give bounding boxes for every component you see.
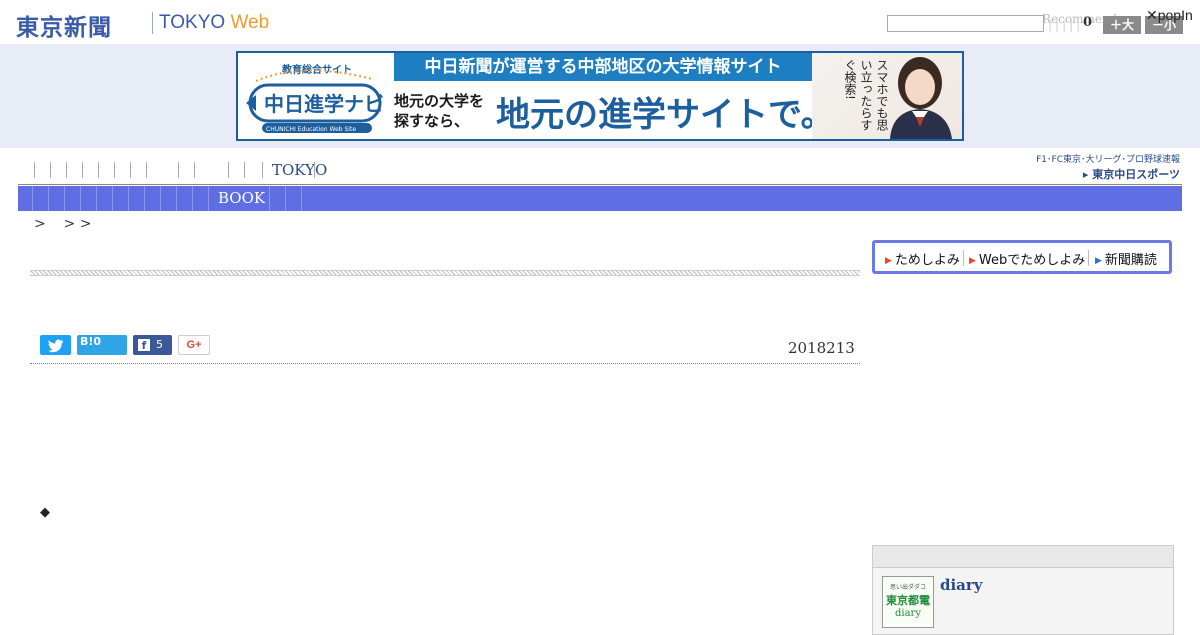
- banner-subtext: 地元の大学を探すなら、: [394, 92, 485, 130]
- ad-banner[interactable]: 教育総合サイト 中日進学ナビ CHUNICHI Education Web Si…: [236, 51, 964, 141]
- banner-person-illustration: [890, 57, 952, 139]
- facebook-icon: f: [138, 339, 150, 352]
- nav-separator: [244, 162, 245, 178]
- logo-web-text: Web: [230, 12, 270, 33]
- nav-separator: [114, 162, 115, 178]
- nav-separator: [178, 162, 179, 178]
- sports-logo-text: 東京中日スポーツ: [1092, 168, 1180, 181]
- banner-logo-en: CHUNICHI Education Web Site: [266, 126, 356, 133]
- banner-logo-main: 中日進学ナビ: [264, 92, 384, 116]
- nav-item-tokyo[interactable]: TOKYO: [272, 161, 327, 179]
- nav-separator: [160, 186, 161, 211]
- triangle-right-icon: ▶: [969, 256, 976, 266]
- breadcrumb[interactable]: > > >: [34, 216, 91, 232]
- logo-tokyo-text: TOKYO: [159, 12, 226, 33]
- ad-banner-area: 教育総合サイト 中日進学ナビ CHUNICHI Education Web Si…: [0, 44, 1200, 148]
- bullet-diamond: ◆: [40, 505, 50, 520]
- tab-web-tameshiyomi[interactable]: ▶ Webでためしよみ: [969, 249, 1085, 268]
- facebook-count: 5: [156, 338, 163, 351]
- twitter-share-button[interactable]: [40, 335, 71, 355]
- nav-separator: [285, 186, 286, 211]
- nav-separator: [98, 162, 99, 178]
- hatena-bookmark-button[interactable]: B!0: [77, 335, 127, 355]
- font-large-button[interactable]: ＋大: [1103, 16, 1141, 34]
- nav-separator: [194, 162, 195, 178]
- nav-separator: [208, 186, 209, 211]
- secondary-nav: BOOK: [18, 186, 1182, 211]
- nav-separator: [48, 186, 49, 211]
- nav-separator: [112, 186, 113, 211]
- tab-label: 新聞購読: [1104, 253, 1157, 268]
- recommend-ticks: |||||: [1048, 18, 1084, 32]
- diary-link[interactable]: diary: [940, 576, 983, 594]
- recommend-count: 0: [1083, 15, 1093, 30]
- nav-separator: [66, 162, 67, 178]
- tab-subscribe[interactable]: ▶ 新聞購読: [1095, 249, 1157, 268]
- tab-label: Webでためしよみ: [978, 253, 1086, 268]
- nav-separator: [34, 162, 35, 178]
- nav-separator: [301, 186, 302, 211]
- popin-close-button[interactable]: ✕popIn: [1146, 7, 1193, 24]
- nav-separator: [228, 162, 229, 178]
- banner-logo: 教育総合サイト 中日進学ナビ CHUNICHI Education Web Si…: [242, 57, 390, 137]
- tab-separator: [963, 250, 964, 266]
- nav-separator: [50, 162, 51, 178]
- logo-divider: [152, 12, 153, 34]
- nav-separator: [192, 186, 193, 211]
- nav-separator: [128, 186, 129, 211]
- primary-nav: TOKYO: [18, 158, 1018, 182]
- nav-separator: [130, 162, 131, 178]
- site-logo-tokyoweb[interactable]: TOKYO Web: [159, 12, 269, 34]
- article-date: 2018213: [788, 339, 855, 357]
- nav-separator: [176, 186, 177, 211]
- nav-separator: [80, 186, 81, 211]
- tab-label: ためしよみ: [894, 253, 960, 268]
- diary-thumb-mid: 東京都電: [886, 594, 930, 607]
- sidebar-box-header: [873, 546, 1173, 568]
- banner-photo: スマホでも思い立ったらすぐ検索!: [812, 53, 962, 139]
- diary-thumb-top: 思い出ダダコ: [889, 584, 926, 591]
- diary-thumb-bottom: diary: [895, 608, 921, 619]
- nav-separator: [32, 186, 33, 211]
- nav-separator: [96, 186, 97, 211]
- facebook-share-button[interactable]: f5: [133, 335, 172, 355]
- site-header: 東京新聞 TOKYO Web Recommend ||||| 0 ＋大 －小 ✕…: [0, 0, 1200, 44]
- nav-separator: [146, 162, 147, 178]
- banner-main-copy: 地元の進学サイトで。: [496, 95, 835, 135]
- nav-separator: [144, 186, 145, 211]
- nav-separator: [314, 162, 315, 178]
- twitter-icon: [48, 339, 64, 353]
- nav-separator: [262, 162, 263, 178]
- nav-item-book[interactable]: BOOK: [218, 189, 265, 207]
- nav-separator: [64, 186, 65, 211]
- date-divider: [30, 363, 860, 364]
- diary-thumbnail[interactable]: 思い出ダダコ 東京都電 diary: [882, 576, 934, 628]
- sports-caption: F1･FC東京･大リーグ･プロ野球速報: [1036, 155, 1180, 165]
- banner-logo-caption: 教育総合サイト: [281, 63, 352, 76]
- sidebar-diary-box: 思い出ダダコ 東京都電 diary diary: [872, 545, 1174, 635]
- sports-logo: ▸ 東京中日スポーツ: [1082, 168, 1180, 181]
- sidebar-tab-bar: ▶ ためしよみ ▶ Webでためしよみ ▶ 新聞購読: [872, 240, 1172, 274]
- tab-tameshiyomi[interactable]: ▶ ためしよみ: [885, 249, 960, 268]
- gplus-share-button[interactable]: G+: [178, 335, 210, 355]
- search-input[interactable]: [887, 15, 1044, 32]
- triangle-right-icon: ▶: [1095, 256, 1102, 266]
- nav-divider: [18, 184, 1182, 185]
- nav-separator: [82, 162, 83, 178]
- article-title-rule: [30, 270, 860, 276]
- chunichi-sports-link[interactable]: F1･FC東京･大リーグ･プロ野球速報 ▸ 東京中日スポーツ: [1024, 152, 1180, 182]
- nav-separator: [269, 186, 270, 211]
- triangle-right-icon: ▶: [885, 256, 892, 266]
- tab-separator: [1088, 250, 1089, 266]
- banner-headline: 中日新聞が運営する中部地区の大学情報サイト: [394, 53, 812, 81]
- site-logo-jp[interactable]: 東京新聞: [16, 8, 112, 42]
